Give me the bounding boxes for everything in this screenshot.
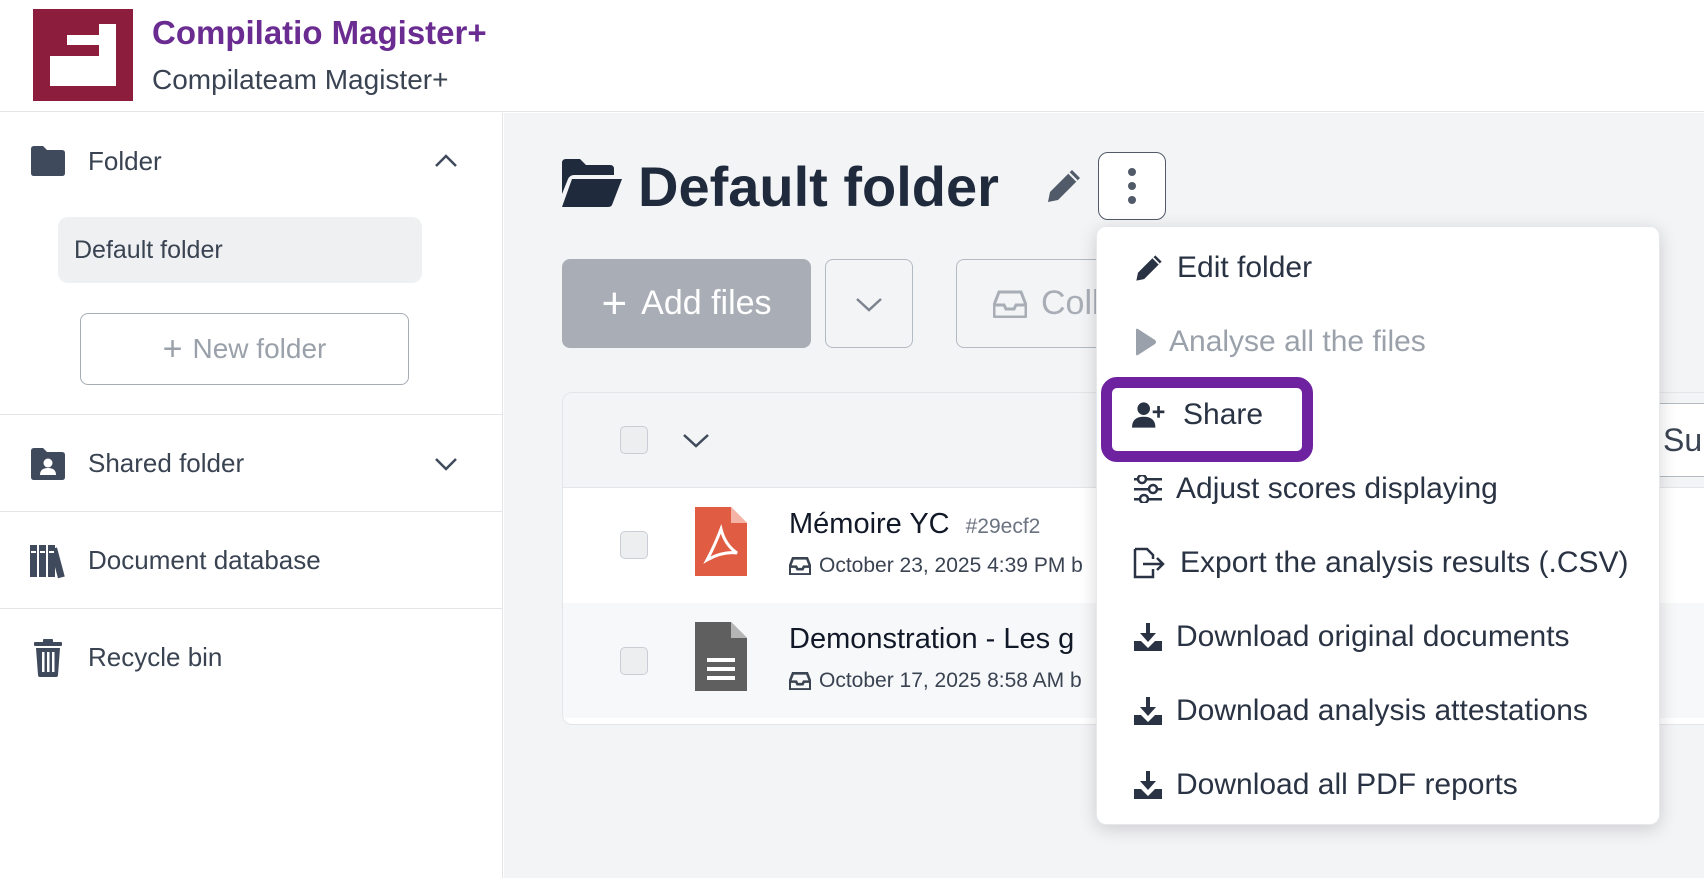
file-by: b (1071, 554, 1083, 577)
row-checkbox[interactable] (620, 531, 648, 559)
app-subtitle: Compilateam Magister+ (152, 64, 449, 95)
file-date: October 23, 2025 4:39 PM (819, 554, 1066, 577)
new-folder-label: New folder (192, 333, 327, 364)
folder-options-menu: Edit folder Analyse all the files (1096, 226, 1660, 825)
sidebar: Folder Default folder + New folder Share… (0, 113, 503, 878)
compilatio-logo[interactable] (33, 9, 133, 101)
file-date: October 17, 2025 8:58 AM (819, 669, 1065, 692)
plus-icon: + (162, 330, 183, 368)
shared-folder-toggle[interactable]: Shared folder (0, 415, 503, 512)
folder-open-icon (560, 158, 624, 216)
app-header: Compilatio Magister+ Compilateam Magiste… (0, 0, 1704, 112)
sidebar-item-document-database[interactable]: Document database (0, 512, 503, 609)
file-meta: October 17, 2025 8:58 AM b (789, 669, 1082, 693)
folder-section: Folder Default folder + New folder (0, 113, 503, 415)
file-name-text: Mémoire YC (789, 508, 950, 540)
edit-title-pencil-icon[interactable] (1040, 162, 1088, 210)
add-files-label: Add files (641, 284, 772, 322)
menu-item-label: Share (1183, 398, 1264, 431)
kebab-dot (1128, 182, 1136, 190)
page-title: Default folder (638, 155, 999, 218)
sidebar-item-recycle-bin[interactable]: Recycle bin (0, 609, 503, 706)
chevron-up-icon[interactable] (430, 145, 462, 177)
file-meta: October 23, 2025 4:39 PM b (789, 554, 1083, 578)
pdf-file-icon (693, 505, 749, 578)
user-plus-icon (1132, 397, 1168, 433)
folder-icon (28, 141, 68, 181)
folder-section-toggle[interactable]: Folder (0, 131, 503, 191)
recycle-bin-label: Recycle bin (88, 642, 223, 672)
inbox-icon (789, 672, 811, 690)
folder-options-button[interactable] (1098, 152, 1166, 220)
shared-folder-icon (28, 444, 68, 484)
kebab-dot (1128, 168, 1136, 176)
sidebar-item-default-folder[interactable]: Default folder (58, 217, 422, 283)
folder-section-label: Folder (88, 145, 162, 176)
menu-item-analyse-all[interactable]: Analyse all the files (1097, 312, 1661, 372)
add-files-dropdown-button[interactable] (825, 259, 913, 348)
add-files-button[interactable]: + Add files (562, 259, 811, 348)
file-name[interactable]: Mémoire YC #29ecf2 (789, 508, 1040, 541)
document-database-label: Document database (88, 545, 321, 575)
recycle-bin-section: Recycle bin (0, 609, 503, 706)
file-name[interactable]: Demonstration - Les g (789, 623, 1074, 656)
chevron-down-icon[interactable] (678, 425, 714, 455)
shared-folder-section: Shared folder (0, 415, 503, 512)
pencil-icon (1131, 250, 1167, 286)
inbox-icon (993, 290, 1027, 318)
app-title: Compilatio Magister+ (152, 14, 487, 51)
plus-icon: + (601, 278, 628, 328)
shared-folder-label: Shared folder (88, 448, 245, 478)
menu-item-share[interactable]: Share (1096, 385, 1660, 445)
chevron-down-icon (856, 297, 882, 312)
trash-icon (28, 638, 68, 678)
inbox-icon (789, 557, 811, 575)
kebab-dot (1128, 196, 1136, 204)
play-icon (1127, 324, 1163, 360)
books-icon (28, 541, 68, 581)
menu-item-label: Analyse all the files (1169, 325, 1426, 358)
new-folder-button[interactable]: + New folder (80, 313, 409, 385)
collect-label: Coll (1041, 284, 1100, 322)
file-id: #29ecf2 (965, 515, 1041, 538)
file-by: b (1070, 669, 1082, 692)
menu-item-label: Edit folder (1177, 251, 1313, 284)
row-checkbox[interactable] (620, 647, 648, 675)
menu-item-edit-folder[interactable]: Edit folder (1097, 238, 1661, 298)
document-database-section: Document database (0, 512, 503, 609)
select-all-checkbox[interactable] (620, 426, 648, 454)
chevron-down-icon[interactable] (430, 448, 462, 480)
document-file-icon (693, 620, 749, 693)
file-name-text: Demonstration - Les g (789, 623, 1075, 655)
